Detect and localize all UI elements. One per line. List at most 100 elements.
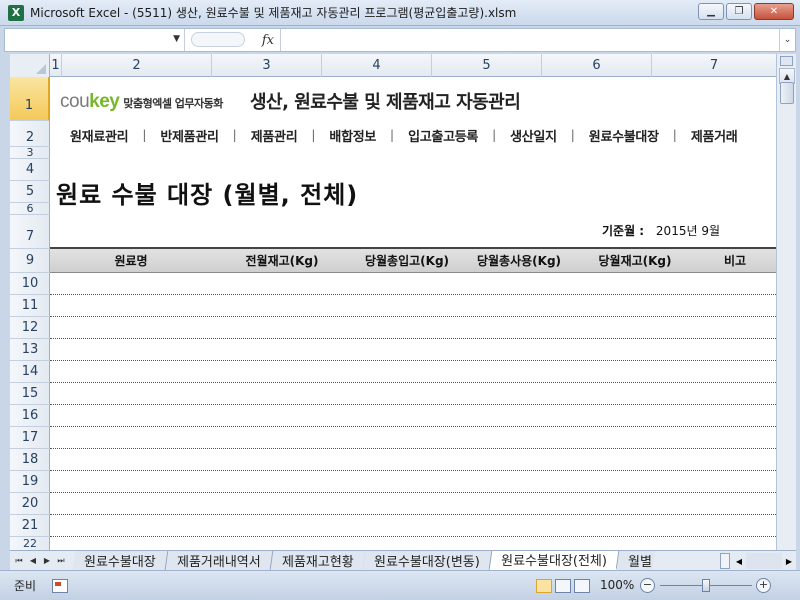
tab-split-handle[interactable] (720, 553, 730, 569)
prev-sheet-icon[interactable]: ◀ (26, 553, 40, 569)
status-ready: 준비 (14, 579, 37, 593)
row-header[interactable]: 10 (10, 273, 50, 295)
tab-monthly[interactable]: 월별 (616, 551, 656, 570)
nav-item-in-out-register[interactable]: 입고출고등록 (394, 126, 492, 145)
formula-bar: ▼ fx ⌄ (4, 28, 796, 52)
table-row[interactable] (50, 448, 776, 449)
vertical-scrollbar[interactable]: ▲ (776, 54, 796, 550)
column-header[interactable]: 1 (50, 54, 62, 77)
table-row[interactable] (50, 316, 776, 317)
select-all-icon (36, 64, 46, 74)
name-box[interactable]: ▼ (5, 29, 185, 51)
column-header[interactable]: 6 (542, 54, 652, 77)
table-row[interactable] (50, 492, 776, 493)
row-header[interactable]: 5 (10, 181, 50, 203)
close-button[interactable]: ✕ (754, 3, 794, 20)
page-layout-view-icon[interactable] (555, 579, 571, 593)
chevron-down-icon[interactable]: ▼ (173, 34, 180, 44)
row-header[interactable]: 4 (10, 159, 50, 181)
scroll-right-icon[interactable]: ▶ (782, 553, 796, 569)
last-sheet-icon[interactable]: ⏭ (54, 553, 68, 569)
tab-label: 제품재고현황 (281, 555, 354, 570)
row-header[interactable]: 3 (10, 146, 50, 159)
cell-area[interactable]: coukey 맞춤형엑셀 업무자동화 생산, 원료수불 및 제품재고 자동관리 … (50, 77, 776, 550)
row-header[interactable]: 20 (10, 493, 50, 515)
row-header[interactable]: 17 (10, 427, 50, 449)
worksheet-grid[interactable]: 1 2 3 4 5 6 7 1 2 3 4 5 6 7 9 10 11 12 1… (10, 54, 776, 550)
expand-formula-bar-button[interactable]: ⌄ (779, 29, 795, 51)
table-row[interactable] (50, 514, 776, 515)
reference-month-value[interactable]: 2015년 9월 (656, 224, 720, 238)
row-header[interactable]: 9 (10, 249, 50, 273)
excel-app-icon[interactable]: X (8, 4, 24, 21)
formula-buttons[interactable] (191, 32, 245, 47)
horizontal-scrollbar[interactable]: ◀ ▶ (720, 552, 796, 570)
row-header[interactable]: 14 (10, 361, 50, 383)
zoom-level[interactable]: 100% (600, 578, 634, 592)
tab-product-transactions[interactable]: 제품거래내역서 (165, 551, 273, 570)
macro-record-icon[interactable] (52, 578, 69, 593)
column-header[interactable]: 2 (62, 54, 212, 77)
row-header[interactable]: 21 (10, 515, 50, 537)
tab-label: 원료수불대장(전체) (501, 554, 608, 569)
row-header[interactable]: 11 (10, 295, 50, 317)
nav-item-products[interactable]: 제품관리 (237, 126, 312, 145)
table-row[interactable] (50, 338, 776, 339)
row-header[interactable]: 2 (10, 121, 50, 147)
column-header[interactable]: 7 (652, 54, 776, 77)
horizontal-scroll-track[interactable] (746, 553, 782, 569)
normal-view-icon[interactable] (536, 579, 552, 593)
row-header[interactable]: 16 (10, 405, 50, 427)
row-header[interactable]: 12 (10, 317, 50, 339)
select-all-button[interactable] (10, 54, 50, 77)
row-header[interactable]: 13 (10, 339, 50, 361)
nav-item-raw-materials[interactable]: 원재료관리 (50, 126, 142, 145)
nav-item-material-ledger[interactable]: 원료수불대장 (575, 126, 673, 145)
nav-item-formula-info[interactable]: 배합정보 (315, 126, 390, 145)
zoom-out-icon[interactable]: − (640, 578, 655, 593)
insert-function-icon[interactable]: fx (262, 33, 274, 48)
table-row[interactable] (50, 404, 776, 405)
minimize-icon: ▁ (707, 6, 715, 17)
restore-button[interactable]: ❐ (726, 3, 752, 20)
row-header[interactable]: 19 (10, 471, 50, 493)
window-controls: ▁ ❐ ✕ (698, 3, 794, 20)
page-break-view-icon[interactable] (574, 579, 590, 593)
nav-item-semi-products[interactable]: 반제품관리 (146, 126, 232, 145)
table-row[interactable] (50, 360, 776, 361)
table-row[interactable] (50, 470, 776, 471)
row-header[interactable]: 15 (10, 383, 50, 405)
row-header[interactable]: 18 (10, 449, 50, 471)
column-header[interactable]: 3 (212, 54, 322, 77)
nav-item-product-transactions[interactable]: 제품거래 (677, 126, 752, 145)
row-header[interactable]: 1 (10, 77, 50, 121)
zoom-slider-thumb[interactable] (702, 579, 710, 592)
sheet-tab-bar: ⏮ ◀ ▶ ⏭ 원료수불대장 제품거래내역서 제품재고현황 원료수불대장(변동)… (10, 550, 796, 570)
zoom-in-icon[interactable]: + (756, 578, 771, 593)
tab-product-stock[interactable]: 제품재고현황 (270, 551, 366, 570)
first-sheet-icon[interactable]: ⏮ (12, 553, 26, 569)
table-row[interactable] (50, 382, 776, 383)
table-row[interactable] (50, 536, 776, 537)
tab-material-ledger[interactable]: 원료수불대장 (72, 551, 169, 570)
scroll-left-icon[interactable]: ◀ (732, 553, 746, 569)
tab-label: 원료수불대장(변동) (374, 555, 481, 570)
table-row[interactable] (50, 294, 776, 295)
row-header[interactable]: 22 (10, 537, 50, 550)
column-header[interactable]: 4 (322, 54, 432, 77)
row-header[interactable]: 7 (10, 215, 50, 249)
nav-item-production-log[interactable]: 생산일지 (496, 126, 571, 145)
scroll-thumb[interactable] (780, 82, 794, 104)
minimize-button[interactable]: ▁ (698, 3, 724, 20)
split-handle[interactable] (780, 56, 793, 66)
column-header[interactable]: 5 (432, 54, 542, 77)
row-header[interactable]: 6 (10, 202, 50, 215)
table-row[interactable] (50, 426, 776, 427)
tab-material-ledger-all[interactable]: 원료수불대장(전체) (489, 551, 620, 570)
formula-input[interactable] (281, 29, 779, 51)
tab-label: 제품거래내역서 (176, 555, 261, 570)
tab-material-ledger-change[interactable]: 원료수불대장(변동) (362, 551, 493, 570)
brand-logo: coukey 맞춤형엑셀 업무자동화 (60, 91, 223, 113)
header-note: 비고 (723, 254, 747, 268)
next-sheet-icon[interactable]: ▶ (40, 553, 54, 569)
